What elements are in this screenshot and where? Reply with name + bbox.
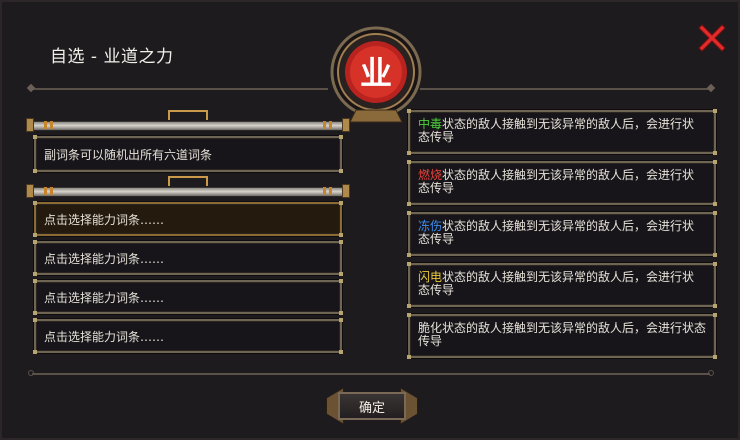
ability-slot-2[interactable]: 点击选择能力词条…… — [33, 240, 343, 276]
top-divider-right — [420, 88, 710, 90]
slot-label: 点击选择能力词条…… — [44, 290, 165, 305]
scroll-rod — [26, 110, 350, 132]
divider-dot — [706, 83, 716, 93]
slot-label: 点击选择能力词条…… — [44, 212, 165, 227]
option-item-frostbite[interactable]: 冻伤状态的敌人接触到无该异常的敌人后，会进行状态传导 — [407, 211, 717, 257]
option-text: 状态的敌人接触到无该异常的敌人后，会进行状态传导 — [418, 219, 695, 246]
option-item-burn[interactable]: 燃烧状态的敌人接触到无该异常的敌人后，会进行状态传导 — [407, 160, 717, 206]
option-keyword: 燃烧 — [418, 168, 443, 182]
option-keyword: 中毒 — [418, 117, 443, 131]
option-item-brittle[interactable]: 脆化状态的敌人接触到无该异常的敌人后，会进行状态传导 — [407, 313, 717, 359]
dialog-title: 自选 - 业道之力 — [50, 47, 174, 67]
divider-dot — [26, 83, 36, 93]
option-item-lightning[interactable]: 闪电状态的敌人接触到无该异常的敌人后，会进行状态传导 — [407, 262, 717, 308]
confirm-label: 确定 — [338, 392, 406, 420]
option-keyword: 闪电 — [418, 270, 443, 284]
slot-label: 点击选择能力词条…… — [44, 251, 165, 266]
option-text: 状态的敌人接触到无该异常的敌人后，会进行状态传导 — [418, 168, 695, 195]
info-box: 副词条可以随机出所有六道词条 — [33, 135, 343, 173]
option-text: 脆化状态的敌人接触到无该异常的敌人后，会进行状态传导 — [418, 321, 707, 348]
top-divider-left — [32, 88, 328, 90]
option-text: 状态的敌人接触到无该异常的敌人后，会进行状态传导 — [418, 270, 695, 297]
divider-end — [28, 370, 34, 376]
divider-end — [708, 370, 714, 376]
ability-slot-4[interactable]: 点击选择能力词条…… — [33, 318, 343, 354]
ability-slot-1[interactable]: 点击选择能力词条…… — [33, 201, 343, 237]
info-text: 副词条可以随机出所有六道词条 — [44, 147, 213, 162]
close-icon[interactable] — [696, 22, 728, 54]
slot-label: 点击选择能力词条…… — [44, 329, 165, 344]
dialog-panel: 自选 - 业道之力 业 副词条可以随机出所有六道词条 点击选择能力词条…… 点击… — [0, 0, 740, 440]
option-text: 状态的敌人接触到无该异常的敌人后，会进行状态传导 — [418, 117, 695, 144]
confirm-button[interactable]: 确定 — [326, 386, 418, 426]
option-item-poison[interactable]: 中毒状态的敌人接触到无该异常的敌人后，会进行状态传导 — [407, 109, 717, 155]
option-keyword: 冻伤 — [418, 219, 443, 233]
ability-slot-3[interactable]: 点击选择能力词条…… — [33, 279, 343, 315]
bottom-divider — [32, 373, 710, 375]
emblem-char: 业 — [360, 54, 392, 92]
scroll-rod — [26, 176, 350, 198]
